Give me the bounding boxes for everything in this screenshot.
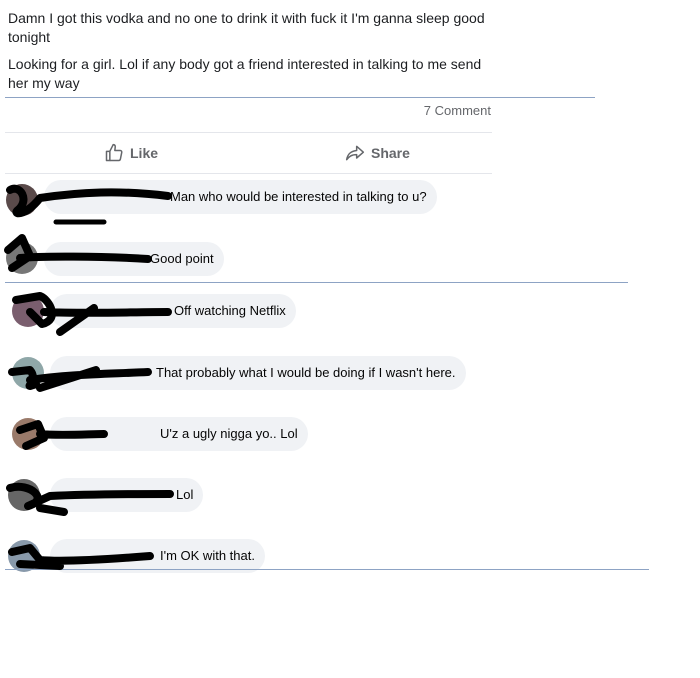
actions-divider: [5, 173, 492, 174]
share-label: Share: [371, 145, 410, 161]
comment-meta: [56, 215, 106, 227]
comment-bubble: Man who would be interested in talking t…: [44, 180, 437, 214]
avatar[interactable]: [12, 418, 44, 450]
post-divider: [5, 97, 595, 98]
stats-divider: [5, 132, 492, 133]
avatar[interactable]: [6, 242, 38, 274]
avatar[interactable]: [8, 479, 40, 511]
comment-bubble: Good point: [44, 242, 224, 276]
thumbs-up-icon: [105, 143, 123, 162]
comment-text: That probably what I would be doing if I…: [156, 365, 456, 380]
redaction-scribbles: [4, 184, 174, 570]
comment-text: I'm OK with that.: [160, 548, 255, 563]
share-arrow-icon: [345, 145, 365, 161]
comment-count[interactable]: 7 Comment: [424, 103, 491, 118]
like-label: Like: [130, 145, 159, 161]
share-button[interactable]: Share: [345, 143, 410, 163]
comment-bubble: Off watching Netflix: [50, 294, 296, 328]
avatar[interactable]: [6, 184, 38, 216]
comment-text: Man who would be interested in talking t…: [170, 189, 427, 204]
comment-text: Lol: [176, 487, 194, 502]
like-button[interactable]: Like: [104, 143, 158, 163]
comment-bubble: I'm OK with that.: [50, 539, 265, 573]
comment-bubble: Lol: [50, 478, 204, 512]
post-text-line-2: Looking for a girl. Lol if any body got …: [8, 56, 482, 91]
comment-bubble: That probably what I would be doing if I…: [50, 356, 466, 390]
comment-text: Good point: [150, 251, 214, 266]
comment-text: U'z a ugly nigga yo.. Lol: [160, 426, 298, 441]
avatar[interactable]: [12, 295, 44, 327]
comment-bubble: U'z a ugly nigga yo.. Lol: [50, 417, 308, 451]
comment-text: Off watching Netflix: [174, 303, 286, 318]
bottom-divider: [5, 569, 649, 570]
post-text-line-1: Damn I got this vodka and no one to drin…: [8, 10, 485, 45]
avatar[interactable]: [8, 540, 40, 572]
avatar[interactable]: [12, 357, 44, 389]
comment-divider: [5, 282, 628, 283]
